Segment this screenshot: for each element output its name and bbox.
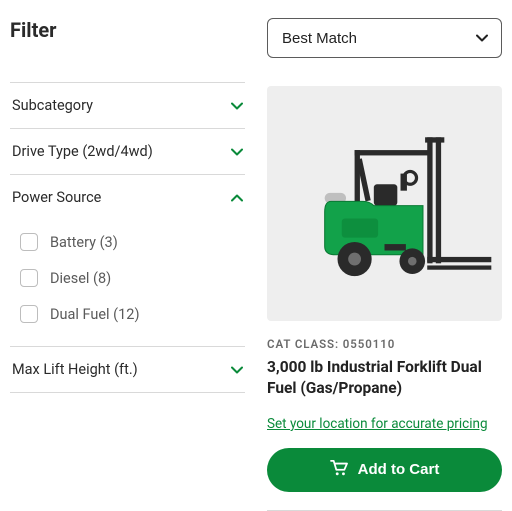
option-label: Diesel (8) [50,270,111,287]
facet-power-source: Power Source Battery (3) Diesel (8) Dual… [10,174,245,346]
checkbox-icon [20,233,38,251]
facet-drive-type: Drive Type (2wd/4wd) [10,128,245,174]
facet-label: Drive Type (2wd/4wd) [12,143,153,160]
set-location-link[interactable]: Set your location for accurate pricing [267,416,488,432]
option-diesel[interactable]: Diesel (8) [20,260,245,296]
option-dual-fuel[interactable]: Dual Fuel (12) [20,296,245,332]
chevron-down-icon [231,102,243,110]
chevron-down-icon [231,148,243,156]
facet-header-drive-type[interactable]: Drive Type (2wd/4wd) [10,129,245,174]
cart-icon [330,460,348,480]
facet-label: Power Source [12,189,101,206]
sort-select[interactable]: Best Match [267,18,502,58]
option-label: Dual Fuel (12) [50,306,140,323]
facet-header-subcategory[interactable]: Subcategory [10,83,245,128]
cat-class-label: CAT CLASS: 0550110 [267,337,502,351]
sort-control: Best Match [267,18,502,58]
product-title[interactable]: 3,000 lb Industrial Forklift Dual Fuel (… [267,357,502,399]
results-panel: Best Match [267,18,502,505]
add-to-cart-button[interactable]: Add to Cart [267,448,502,492]
filter-title: Filter [10,18,245,42]
facet-label: Max Lift Height (ft.) [12,361,138,378]
filter-panel: Filter Subcategory Drive Type (2wd/4wd) … [10,18,245,505]
option-battery[interactable]: Battery (3) [20,224,245,260]
chevron-up-icon [231,194,243,202]
facet-label: Subcategory [12,97,93,114]
facet-options: Battery (3) Diesel (8) Dual Fuel (12) [10,220,245,346]
facet-subcategory: Subcategory [10,82,245,128]
facet-header-max-lift-height[interactable]: Max Lift Height (ft.) [10,347,245,392]
add-to-cart-label: Add to Cart [358,461,440,478]
checkbox-icon [20,269,38,287]
option-label: Battery (3) [50,234,118,251]
facet-header-power-source[interactable]: Power Source [10,175,245,220]
facet-max-lift-height: Max Lift Height (ft.) [10,346,245,393]
chevron-down-icon [231,366,243,374]
checkbox-icon [20,305,38,323]
forklift-icon [267,86,502,321]
product-image[interactable] [267,86,502,321]
